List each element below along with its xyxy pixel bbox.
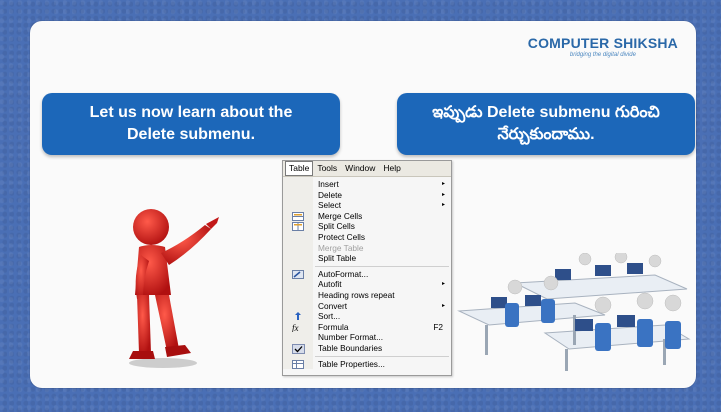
table-menu-screenshot: Table Tools Window Help Insert ▸ Delete ▸ Selec… bbox=[282, 160, 452, 376]
menu-item-label: Table Properties... bbox=[318, 358, 385, 369]
menu-item-label: Heading rows repeat bbox=[318, 289, 395, 300]
menu-item-label: Table Boundaries bbox=[318, 342, 383, 353]
menu-item-label: Protect Cells bbox=[318, 231, 366, 242]
menu-item-table-properties[interactable]: Table Properties... bbox=[283, 359, 451, 370]
menubar-item-window[interactable]: Window bbox=[341, 162, 379, 175]
menu-item-sort[interactable]: Sort... bbox=[283, 311, 451, 322]
autoformat-icon bbox=[292, 269, 304, 279]
submenu-arrow-icon: ▸ bbox=[441, 202, 445, 209]
menubar: Table Tools Window Help bbox=[283, 161, 451, 177]
sort-icon bbox=[292, 312, 304, 321]
menubar-item-tools[interactable]: Tools bbox=[313, 162, 341, 175]
menu-item-label: Sort... bbox=[318, 311, 341, 322]
split-cells-icon bbox=[292, 222, 304, 232]
submenu-arrow-icon: ▸ bbox=[441, 191, 445, 198]
menu-item-label: Delete bbox=[318, 189, 342, 200]
menu-item-select[interactable]: Select ▸ bbox=[283, 200, 451, 211]
submenu-arrow-icon: ▸ bbox=[441, 281, 445, 288]
menu-item-split-table[interactable]: Split Table bbox=[283, 253, 451, 264]
menu-item-label: Split Cells bbox=[318, 221, 355, 232]
checkmark-icon bbox=[292, 343, 305, 354]
submenu-arrow-icon: ▸ bbox=[441, 302, 445, 309]
menubar-item-help[interactable]: Help bbox=[379, 162, 404, 175]
menu-item-autofit[interactable]: Autofit ▸ bbox=[283, 279, 451, 290]
merge-cells-icon bbox=[292, 211, 304, 221]
menu-item-protect-cells[interactable]: Protect Cells bbox=[283, 232, 451, 243]
menu-item-formula[interactable]: fx Formula F2 bbox=[283, 322, 451, 333]
menu-item-delete[interactable]: Delete ▸ bbox=[283, 190, 451, 201]
menu-item-convert[interactable]: Convert ▸ bbox=[283, 301, 451, 312]
menu-item-label: Convert bbox=[318, 300, 348, 311]
menu-item-merge-table: Merge Table bbox=[283, 243, 451, 254]
table-dropdown: Insert ▸ Delete ▸ Select ▸ Merge Cells Split Ce… bbox=[283, 177, 451, 370]
formula-icon: fx bbox=[292, 323, 304, 333]
menu-separator bbox=[315, 265, 449, 267]
english-caption-bubble: Let us now learn about the Delete submen… bbox=[42, 93, 340, 155]
menu-shortcut: F2 bbox=[433, 321, 443, 332]
menu-item-autoformat[interactable]: AutoFormat... bbox=[283, 269, 451, 280]
classroom-illustration bbox=[457, 253, 691, 371]
menu-item-merge-cells[interactable]: Merge Cells bbox=[283, 211, 451, 222]
menu-item-label: Autofit bbox=[318, 279, 342, 290]
red-pointing-figure bbox=[129, 209, 219, 368]
menu-item-number-format[interactable]: Number Format... bbox=[283, 332, 451, 343]
menu-item-label: Formula bbox=[318, 321, 349, 332]
telugu-caption-bubble: ఇప్పుడు Delete submenu గురించి నేర్చుకుం… bbox=[397, 93, 695, 155]
submenu-arrow-icon: ▸ bbox=[441, 181, 445, 187]
menu-item-split-cells[interactable]: Split Cells bbox=[283, 221, 451, 232]
svg-text:fx: fx bbox=[292, 323, 299, 332]
menu-item-label: Insert bbox=[318, 179, 339, 189]
logo-tagline: bridging the digital divide bbox=[569, 52, 636, 58]
menu-item-label: Merge Cells bbox=[318, 210, 363, 221]
menu-item-label: Select bbox=[318, 200, 342, 211]
menu-item-label: Number Format... bbox=[318, 332, 384, 343]
logo-title: COMPUTER SHIKSHA bbox=[527, 35, 678, 51]
computer-shiksha-logo: COMPUTER SHIKSHA bridging the digital di… bbox=[528, 35, 678, 58]
menu-item-insert[interactable]: Insert ▸ bbox=[283, 179, 451, 190]
menu-item-label: Split Table bbox=[318, 253, 357, 264]
menu-separator bbox=[315, 355, 449, 357]
menu-item-table-boundaries[interactable]: Table Boundaries bbox=[283, 343, 451, 354]
menu-item-heading-rows-repeat[interactable]: Heading rows repeat bbox=[283, 290, 451, 301]
table-properties-icon bbox=[292, 359, 304, 369]
menu-item-label: Merge Table bbox=[318, 242, 364, 253]
menu-item-label: AutoFormat... bbox=[318, 268, 369, 279]
menubar-item-table[interactable]: Table bbox=[285, 161, 314, 176]
slide: COMPUTER SHIKSHA bridging the digital di… bbox=[30, 21, 696, 388]
